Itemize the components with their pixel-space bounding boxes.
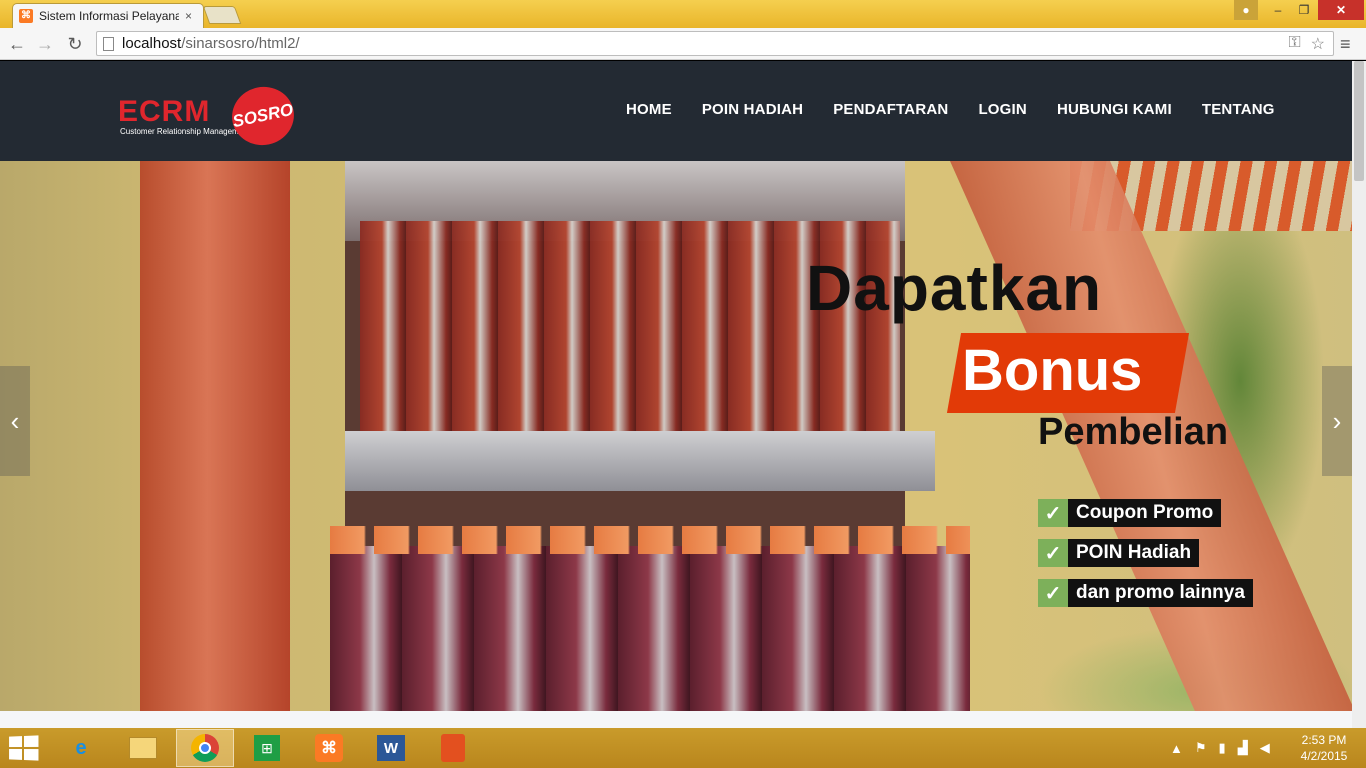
hero-headline: Dapatkan <box>806 252 1103 324</box>
page-content-strip <box>0 711 1352 728</box>
clock-time: 2:53 PM <box>1301 733 1347 747</box>
word-icon[interactable]: W <box>362 729 420 767</box>
browser-tab[interactable]: ⌘ Sistem Informasi Pelayana × <box>12 3 204 28</box>
forward-arrow-icon[interactable]: → <box>34 34 56 54</box>
feature-item: ✓ dan promo lainnya <box>1038 579 1253 607</box>
feature-item: ✓ POIN Hadiah <box>1038 539 1253 567</box>
browser-tab-strip: ⌘ Sistem Informasi Pelayana × ● – ❐ ✕ <box>0 0 1366 28</box>
scrollbar-thumb[interactable] <box>1354 61 1364 181</box>
taskbar-clock[interactable]: 2:53 PM 4/2/2015 <box>1300 732 1348 764</box>
internet-explorer-icon[interactable]: e <box>52 729 110 767</box>
logo-text: ECRM <box>118 95 211 128</box>
reload-icon[interactable]: ↻ <box>64 34 86 54</box>
volume-muted-icon[interactable]: ◀ <box>1260 740 1270 756</box>
nav-pendaftaran[interactable]: PENDAFTARAN <box>833 101 948 118</box>
action-center-flag-icon[interactable]: ⚑ <box>1195 740 1207 756</box>
chrome-taskbar-icon[interactable] <box>176 729 234 767</box>
site-header: ECRM Customer Relationship Management SO… <box>0 61 1352 161</box>
feature-label: Coupon Promo <box>1068 499 1222 527</box>
xampp-icon[interactable]: ⌘ <box>300 729 358 767</box>
check-icon: ✓ <box>1038 499 1068 527</box>
feature-label: POIN Hadiah <box>1068 539 1200 567</box>
url-path: /sinarsosro/html2/ <box>181 35 300 52</box>
back-arrow-icon[interactable]: ← <box>6 34 28 54</box>
windows-start-icon[interactable] <box>9 735 39 761</box>
nav-tentang[interactable]: TENTANG <box>1202 101 1275 118</box>
xampp-favicon-icon: ⌘ <box>19 9 33 23</box>
show-hidden-icons-icon[interactable]: ▲ <box>1170 741 1183 756</box>
user-profile-icon[interactable]: ● <box>1234 0 1258 20</box>
file-explorer-icon[interactable] <box>114 729 172 767</box>
check-icon: ✓ <box>1038 579 1068 607</box>
close-window-button[interactable]: ✕ <box>1318 0 1364 20</box>
windows-store-icon[interactable]: ⊞ <box>238 729 296 767</box>
chrome-menu-icon[interactable]: ≡ <box>1340 34 1351 55</box>
network-icon[interactable]: ▟ <box>1238 740 1248 756</box>
maximize-button[interactable]: ❐ <box>1292 0 1316 20</box>
ecrm-sosro-logo[interactable]: ECRM Customer Relationship Management SO… <box>118 81 300 151</box>
feature-list: ✓ Coupon Promo ✓ POIN Hadiah ✓ dan promo… <box>1038 499 1253 619</box>
windows-taskbar: e ⊞ ⌘ W ▲ ⚑ ▮ ▟ ◀ 2:53 PM 4/2/2015 <box>0 728 1366 768</box>
sosro-badge: SOSRO <box>226 81 300 151</box>
feature-item: ✓ Coupon Promo <box>1038 499 1253 527</box>
new-tab-button[interactable] <box>202 6 242 24</box>
hero-subhead: Pembelian <box>1038 411 1229 453</box>
clock-date: 4/2/2015 <box>1300 749 1348 763</box>
nav-hubungi-kami[interactable]: HUBUNGI KAMI <box>1057 101 1172 118</box>
check-icon: ✓ <box>1038 539 1068 567</box>
page-scrollbar[interactable] <box>1352 61 1366 728</box>
main-navigation: HOME POIN HADIAH PENDAFTARAN LOGIN HUBUN… <box>626 101 1275 118</box>
page-icon <box>103 36 114 51</box>
web-page: ECRM Customer Relationship Management SO… <box>0 61 1352 728</box>
address-bar[interactable]: localhost /sinarsosro/html2/ ⚿ ☆ <box>96 31 1334 56</box>
tab-title: Sistem Informasi Pelayana <box>39 9 179 23</box>
feature-label: dan promo lainnya <box>1068 579 1253 607</box>
key-icon[interactable]: ⚿ <box>1288 34 1300 54</box>
office-icon[interactable] <box>424 729 482 767</box>
system-tray: ▲ ⚑ ▮ ▟ ◀ <box>1170 728 1270 768</box>
tab-close-icon[interactable]: × <box>185 9 192 23</box>
battery-icon[interactable]: ▮ <box>1219 740 1226 756</box>
logo-tagline: Customer Relationship Management <box>120 127 250 136</box>
browser-toolbar: ← → ↻ localhost /sinarsosro/html2/ ⚿ ☆ ≡ <box>0 28 1366 60</box>
hero-bonus-text: Bonus <box>962 338 1143 403</box>
nav-home[interactable]: HOME <box>626 101 672 118</box>
url-host: localhost <box>122 35 182 52</box>
bookmark-star-icon[interactable]: ☆ <box>1311 34 1325 54</box>
slider-prev-icon[interactable]: ‹ <box>0 366 30 476</box>
nav-login[interactable]: LOGIN <box>978 101 1027 118</box>
minimize-button[interactable]: – <box>1266 0 1290 20</box>
hero-slider: ‹ › Dapatkan Bonus Pembelian ✓ Coupon Pr… <box>0 161 1352 711</box>
slider-next-icon[interactable]: › <box>1322 366 1352 476</box>
nav-poin-hadiah[interactable]: POIN HADIAH <box>702 101 803 118</box>
